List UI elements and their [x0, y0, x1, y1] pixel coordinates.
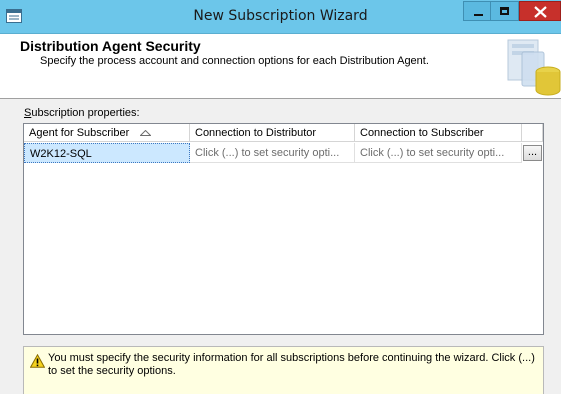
- column-agent-for-subscriber[interactable]: Agent for Subscriber: [24, 124, 190, 142]
- column-connection-to-subscriber[interactable]: Connection to Subscriber: [355, 124, 522, 142]
- close-button[interactable]: [519, 1, 561, 21]
- warning-icon: [30, 354, 45, 368]
- wizard-header: Distribution Agent Security Specify the …: [0, 34, 561, 99]
- title-bar[interactable]: New Subscription Wizard: [0, 0, 561, 34]
- database-graphic-icon: [507, 39, 561, 96]
- subscription-properties-label: Subscription properties:: [24, 107, 140, 119]
- column-actions: [522, 124, 543, 142]
- close-icon: [534, 6, 547, 18]
- subscription-grid[interactable]: Agent for Subscriber Connection to Distr…: [23, 123, 544, 335]
- table-row[interactable]: W2K12-SQL Click (...) to set security op…: [24, 143, 543, 163]
- warning-panel: You must specify the security informatio…: [23, 346, 544, 394]
- distributor-connection-cell[interactable]: Click (...) to set security opti...: [190, 143, 355, 163]
- set-security-button[interactable]: ...: [523, 145, 542, 161]
- page-subtitle: Specify the process account and connecti…: [40, 55, 429, 67]
- page-title: Distribution Agent Security: [20, 38, 201, 54]
- sort-ascending-icon: [140, 130, 151, 136]
- column-connection-to-distributor[interactable]: Connection to Distributor: [190, 124, 355, 142]
- minimize-button[interactable]: [463, 1, 492, 21]
- grid-header: Agent for Subscriber Connection to Distr…: [24, 124, 543, 143]
- subscriber-connection-cell[interactable]: Click (...) to set security opti...: [355, 143, 522, 163]
- agent-cell[interactable]: W2K12-SQL: [24, 143, 190, 163]
- maximize-button[interactable]: [490, 1, 519, 21]
- warning-message: You must specify the security informatio…: [48, 352, 535, 377]
